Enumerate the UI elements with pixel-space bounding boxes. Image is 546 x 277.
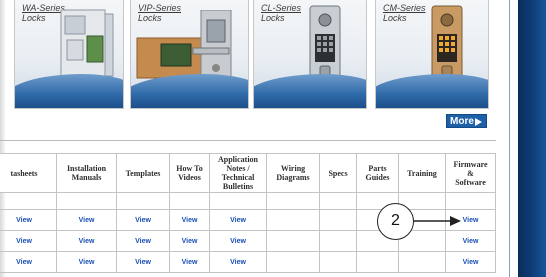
view-link[interactable]: View [56,230,117,252]
view-link[interactable]: View [0,251,57,273]
product-card-vip-series[interactable]: VIP-Series Locks [130,0,249,109]
product-card-cl-series[interactable]: CL-Series Locks [253,0,367,109]
more-button-label: More [450,116,474,127]
triangle-right-icon [475,118,482,126]
column-header-templates: Templates [116,153,170,193]
card-wave-decoration [376,74,488,108]
column-header-installation-manuals: Installation Manuals [56,153,117,193]
table-spacer-row [0,192,496,210]
view-link[interactable]: View [56,209,117,231]
empty-cell [266,230,320,252]
view-link[interactable]: View [116,251,170,273]
more-button[interactable]: More [446,114,487,128]
view-link-firmware[interactable]: View [445,251,496,273]
product-subtitle: Locks [383,13,407,23]
view-link[interactable]: View [169,230,210,252]
view-link[interactable]: View [169,209,210,231]
section-divider [0,140,496,141]
page-side-band [518,0,546,277]
view-link[interactable]: View [56,251,117,273]
column-header-parts-guides: Parts Guides [356,153,399,193]
callout-arrow-icon [414,216,461,226]
column-header-training: Training [398,153,446,193]
content-border [509,0,510,277]
card-wave-decoration [131,74,248,108]
column-header-datasheets: tasheets [0,153,57,193]
product-card-wa-series[interactable]: WA-Series Locks [14,0,124,109]
view-link[interactable]: View [169,251,210,273]
product-subtitle: Locks [261,13,285,23]
view-link-firmware[interactable]: View [445,230,496,252]
view-link[interactable]: View [209,230,267,252]
column-header-wiring-diagrams: Wiring Diagrams [266,153,320,193]
table-header-row: tasheets Installation Manuals Templates H… [0,153,496,193]
view-link[interactable]: View [0,209,57,231]
view-link[interactable]: View [116,230,170,252]
empty-cell [319,230,357,252]
product-subtitle: Locks [22,13,46,23]
empty-cell [319,209,357,231]
column-header-application-notes: Application Notes / Technical Bulletins [209,153,267,193]
empty-cell [266,209,320,231]
column-header-firmware-software: Firmware & Software [445,153,496,193]
column-header-specs: Specs [319,153,357,193]
view-link[interactable]: View [0,230,57,252]
empty-cell [319,251,357,273]
callout-number: 2 [377,203,414,240]
empty-cell [398,251,446,273]
view-link[interactable]: View [209,209,267,231]
product-title[interactable]: CL-Series [261,3,301,13]
empty-cell [266,251,320,273]
card-wave-decoration [15,74,123,108]
product-card-cm-series[interactable]: CM-Series Locks [375,0,489,109]
view-link[interactable]: View [209,251,267,273]
table-row: View View View View View View [0,230,496,252]
card-wave-decoration [254,74,366,108]
table-row: View View View View View View [0,251,496,273]
documentation-table: tasheets Installation Manuals Templates H… [0,153,496,273]
product-title[interactable]: CM-Series [383,3,426,13]
column-header-how-to-videos: How To Videos [169,153,210,193]
view-link[interactable]: View [116,209,170,231]
empty-cell [356,251,399,273]
